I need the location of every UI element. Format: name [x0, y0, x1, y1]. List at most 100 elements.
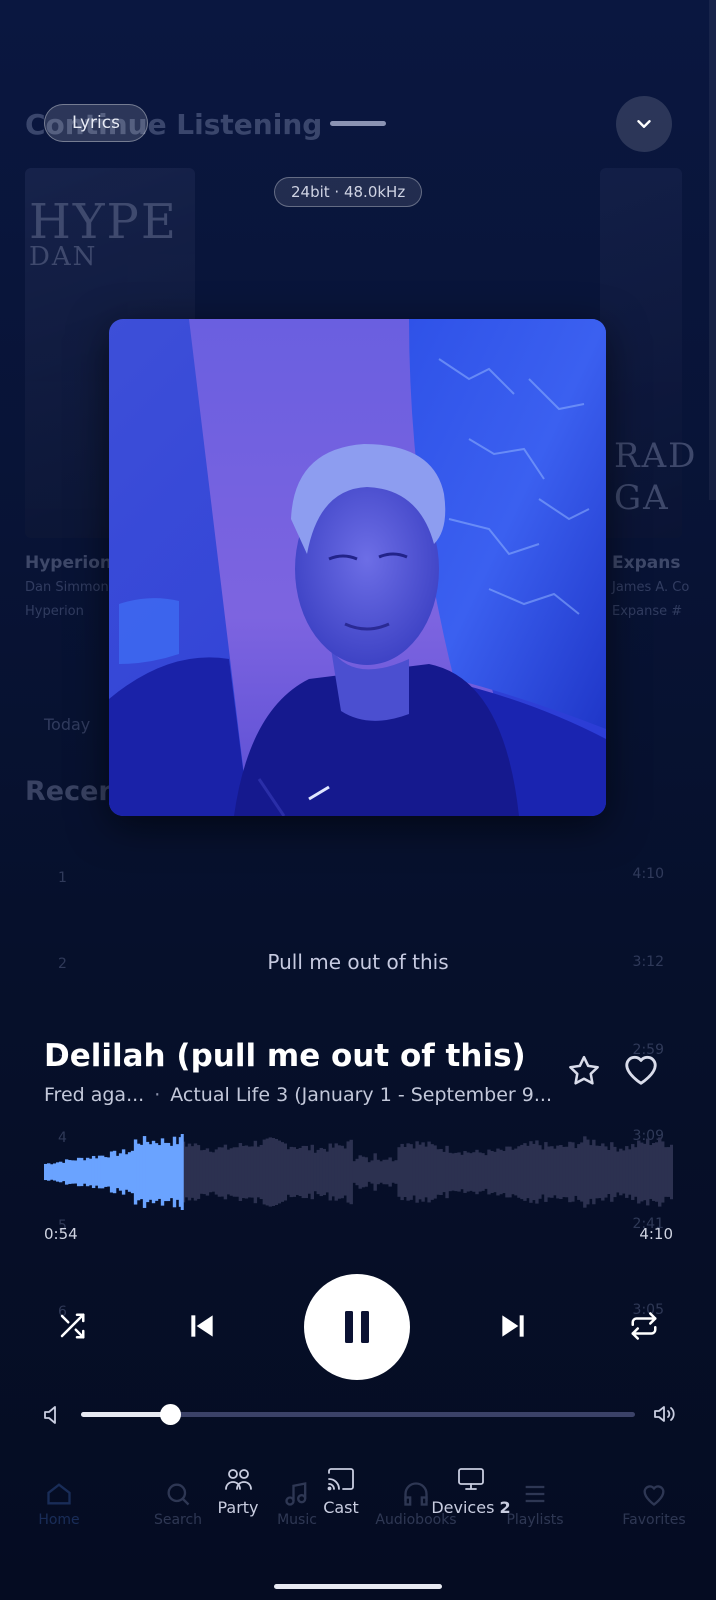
waveform-bar	[238, 1143, 243, 1201]
waveform-bar	[127, 1152, 132, 1192]
waveform-bar	[553, 1148, 557, 1196]
playhead[interactable]	[180, 1134, 184, 1210]
current-lyric-line[interactable]: Pull me out of this	[0, 950, 716, 974]
waveform-bar	[163, 1142, 168, 1202]
waveform-bar	[634, 1147, 638, 1197]
waveform-bar	[103, 1157, 108, 1187]
waveform-bar	[91, 1155, 96, 1189]
volume-slider[interactable]	[81, 1404, 635, 1425]
waveform-bar	[202, 1149, 207, 1195]
waveform-bar	[214, 1149, 219, 1195]
waveform-bar	[172, 1136, 177, 1208]
waveform-bar	[358, 1155, 362, 1189]
recent-title: Recen	[25, 776, 118, 807]
party-button[interactable]: Party	[206, 1466, 270, 1517]
previous-button[interactable]	[182, 1306, 222, 1346]
waveform-bar	[268, 1137, 273, 1207]
home-indicator[interactable]	[274, 1584, 442, 1589]
music-icon	[285, 1482, 307, 1506]
waveform-bar	[343, 1148, 347, 1196]
waveform-bar	[136, 1143, 141, 1201]
album-link[interactable]: Actual Life 3 (January 1 - September 9..…	[170, 1084, 552, 1106]
waveform-bar	[232, 1147, 237, 1197]
shuffle-icon	[60, 1313, 85, 1339]
collapse-button[interactable]	[616, 96, 672, 152]
waveform-bar	[388, 1157, 392, 1187]
waveform-bar	[85, 1157, 90, 1187]
party-icon	[225, 1469, 252, 1490]
waveform-bar	[142, 1136, 147, 1208]
elapsed-time: 0:54	[44, 1225, 78, 1243]
waveform-bar	[427, 1141, 431, 1203]
chevron-down-icon	[637, 120, 651, 128]
waveform-bar	[499, 1149, 503, 1195]
waveform-bar	[73, 1160, 78, 1184]
track-meta: Fred aga... · Actual Life 3 (January 1 -…	[44, 1084, 552, 1106]
heart-icon	[643, 1485, 665, 1506]
next-button[interactable]	[493, 1306, 533, 1346]
skip-previous-icon	[191, 1315, 213, 1337]
waveform-bar	[511, 1149, 515, 1195]
waveform-bar	[325, 1151, 329, 1193]
waveform-bar	[361, 1156, 365, 1188]
waveform-bar	[481, 1153, 485, 1191]
waveform-seekbar[interactable]	[44, 1134, 673, 1210]
waveform-bar	[265, 1138, 270, 1206]
waveform-bar	[442, 1151, 446, 1193]
volume-thumb[interactable]	[159, 1404, 181, 1425]
waveform-bar	[394, 1160, 398, 1184]
lyrics-button[interactable]: Lyrics	[44, 104, 148, 142]
waveform-bar	[241, 1145, 246, 1199]
waveform-bar	[424, 1146, 428, 1198]
shuffle-button[interactable]	[52, 1306, 92, 1346]
card-series: Expanse #	[612, 604, 683, 619]
repeat-icon	[631, 1312, 657, 1340]
waveform-bar	[367, 1162, 371, 1182]
waveform-bar	[262, 1139, 267, 1205]
cover-subtext: DAN	[29, 242, 98, 272]
favorite-button[interactable]	[622, 1051, 660, 1087]
devices-button[interactable]: Devices 2	[428, 1466, 514, 1517]
waveform-bar	[661, 1141, 665, 1203]
waveform-bar	[523, 1143, 527, 1201]
waveform-bar	[256, 1146, 261, 1198]
volume-fill	[81, 1412, 170, 1417]
waveform-bar	[496, 1148, 500, 1196]
waveform-bar	[472, 1152, 476, 1192]
repeat-button[interactable]	[624, 1306, 664, 1346]
play-pause-button[interactable]	[304, 1274, 410, 1380]
waveform-bar	[418, 1144, 422, 1200]
waveform-bar	[355, 1158, 359, 1186]
audiobook-card-cover: RAD GA	[600, 168, 695, 538]
waveform-bar	[226, 1149, 231, 1195]
waveform-bar	[160, 1138, 165, 1206]
track-title: Delilah (pull me out of this)	[44, 1038, 526, 1074]
waveform-bar	[409, 1144, 413, 1200]
waveform-bar	[352, 1161, 356, 1183]
waveform-bar	[421, 1142, 425, 1202]
sheet-drag-handle[interactable]	[330, 121, 386, 126]
waveform-bar	[106, 1157, 111, 1187]
waveform-bar	[97, 1155, 102, 1189]
waveform-bar	[316, 1149, 320, 1195]
cast-button[interactable]: Cast	[313, 1466, 369, 1517]
waveform-bar	[61, 1162, 66, 1182]
waveform-bar	[79, 1157, 84, 1187]
waveform-bar	[130, 1150, 135, 1194]
rate-button[interactable]	[566, 1053, 602, 1089]
waveform-bar	[298, 1147, 302, 1197]
card-title: Hyperion	[25, 553, 113, 573]
monitor-icon	[458, 1468, 484, 1490]
artist-link[interactable]: Fred aga...	[44, 1084, 144, 1106]
waveform-bar	[556, 1145, 560, 1199]
nav-label: Search	[153, 1512, 203, 1528]
waveform-bar	[637, 1140, 641, 1204]
waveform-bar	[574, 1148, 578, 1196]
total-duration: 4:10	[639, 1225, 673, 1243]
waveform-bar	[541, 1149, 545, 1195]
waveform-bar	[124, 1154, 129, 1190]
card-series: Hyperion	[25, 604, 84, 619]
waveform-bar	[514, 1148, 518, 1196]
waveform-bar	[520, 1144, 524, 1200]
waveform-bar	[337, 1145, 341, 1199]
